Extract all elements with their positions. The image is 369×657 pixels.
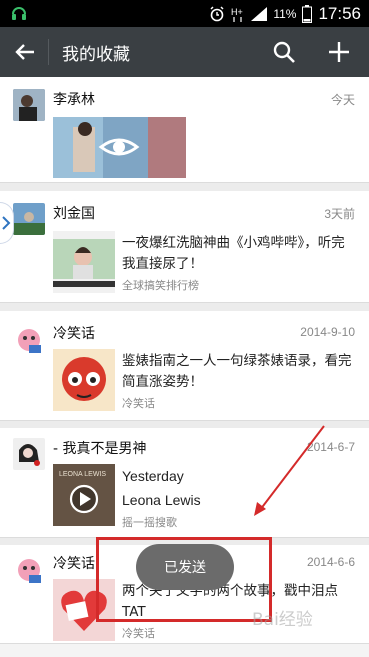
item-date: 2014-9-10 bbox=[300, 325, 355, 339]
clock: 17:56 bbox=[318, 3, 361, 23]
watermark: Bai经验 bbox=[252, 610, 313, 630]
item-date: 2014-6-6 bbox=[306, 555, 355, 569]
avatar bbox=[13, 438, 45, 470]
album-cover-text: LEONA LEWIS bbox=[59, 471, 106, 478]
headset-notification-icon bbox=[12, 7, 26, 20]
alarm-icon bbox=[210, 5, 224, 21]
avatar bbox=[13, 203, 45, 235]
toast-text: 已发送 bbox=[164, 560, 206, 576]
item-date: 今天 bbox=[330, 93, 355, 107]
bottom-edge-bar bbox=[0, 643, 369, 657]
battery-percentage: 11% bbox=[273, 6, 297, 21]
title-divider bbox=[48, 39, 49, 65]
video-thumbnail[interactable] bbox=[53, 117, 186, 178]
item-name: - 我真不是男神 bbox=[53, 441, 147, 457]
article-thumbnail[interactable] bbox=[53, 349, 115, 411]
list-item[interactable]: 冷笑话 2014-9-10 鉴婊指南之一人一句绿茶婊语录，看完简直涨姿势！ 冷笑… bbox=[0, 311, 369, 421]
item-source: 摇一摇搜歌 bbox=[122, 516, 177, 529]
item-name: 冷笑话 bbox=[53, 556, 95, 572]
list-item[interactable]: 刘金国 3天前 一夜爆红洗脑神曲《小鸡哔哔》，听完我直接尿了！ 全球搞笑排行榜 bbox=[0, 191, 369, 303]
page-title: 我的收藏 bbox=[62, 45, 130, 65]
battery-icon bbox=[302, 4, 313, 23]
signal-icon bbox=[251, 6, 268, 21]
back-arrow-icon[interactable] bbox=[12, 39, 38, 65]
avatar bbox=[13, 89, 45, 121]
svg-text:H+: H+ bbox=[231, 7, 243, 17]
avatar bbox=[13, 553, 45, 585]
hplus-data-icon: H+ bbox=[231, 7, 243, 22]
status-bar: H+ 11% 17:56 bbox=[0, 0, 369, 27]
title-bar: 我的收藏 bbox=[0, 27, 369, 77]
chevron-right-icon bbox=[2, 216, 11, 230]
item-source: 冷笑话 bbox=[122, 627, 155, 640]
item-description: 鉴婊指南之一人一句绿茶婊语录，看完简直涨姿势！ bbox=[122, 353, 352, 390]
article-thumbnail[interactable] bbox=[53, 231, 115, 293]
item-name: 刘金国 bbox=[53, 206, 95, 222]
item-date: 3天前 bbox=[324, 207, 355, 221]
album-cover[interactable]: LEONA LEWIS bbox=[53, 464, 115, 526]
item-description: 一夜爆红洗脑神曲《小鸡哔哔》，听完我直接尿了！ bbox=[122, 235, 345, 272]
avatar bbox=[13, 323, 45, 355]
search-icon[interactable] bbox=[271, 39, 297, 65]
list-item[interactable]: 李承林 今天 bbox=[0, 77, 369, 183]
item-name: 冷笑话 bbox=[53, 326, 95, 342]
add-icon[interactable] bbox=[326, 39, 352, 65]
sent-toast: 已发送 bbox=[136, 544, 234, 590]
item-name: 李承林 bbox=[53, 92, 95, 108]
annotation-arrow bbox=[254, 425, 325, 516]
item-source: 全球搞笑排行榜 bbox=[122, 279, 199, 292]
side-expand-tab[interactable] bbox=[0, 202, 14, 244]
item-source: 冷笑话 bbox=[122, 397, 155, 410]
